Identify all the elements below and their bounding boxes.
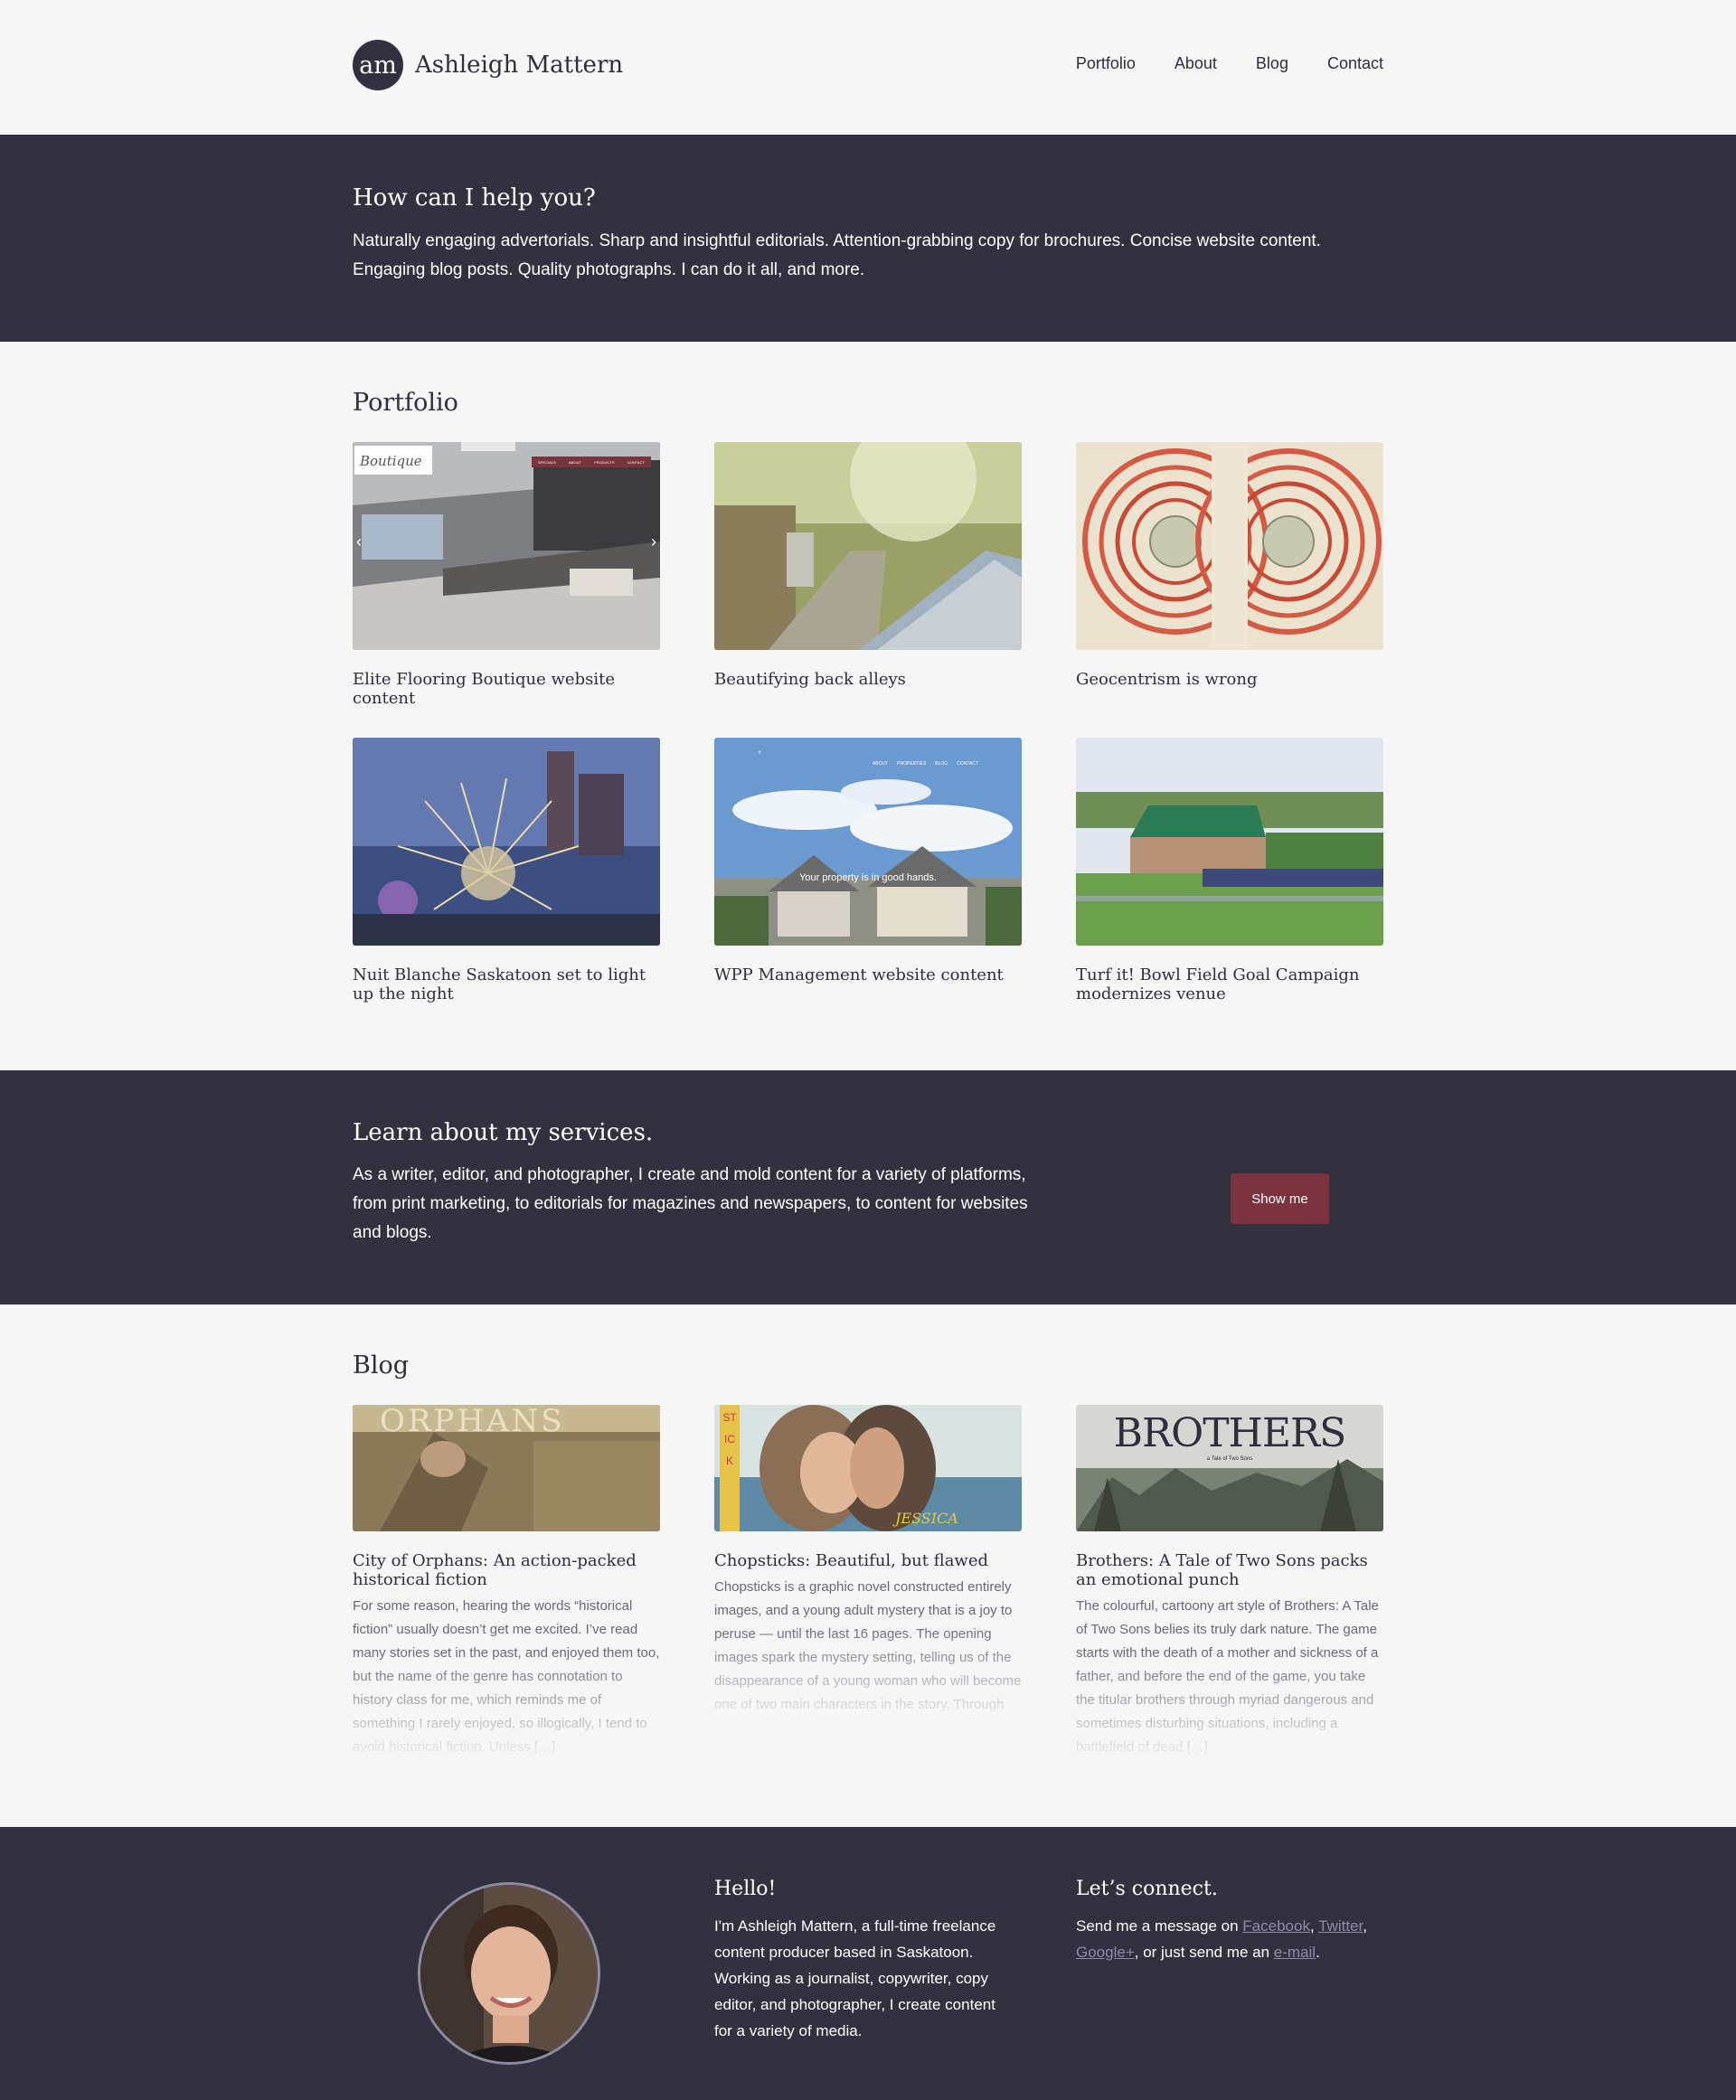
main-nav: Portfolio About Blog Contact <box>1037 54 1383 73</box>
hello-text: I'm Ashleigh Mattern, a full-time freela… <box>714 1917 996 2039</box>
avatar <box>418 1882 600 2065</box>
services-section: Learn about my services. As a writer, ed… <box>0 1070 1736 1304</box>
nav-contact[interactable]: Contact <box>1327 54 1383 73</box>
thumb-logo: ✝ <box>758 750 762 756</box>
services-text: As a writer, editor, and photographer, I… <box>353 1165 1028 1242</box>
portfolio-item[interactable]: Boutique SPECIALS ABOUT PRODUCTS CONTACT… <box>353 442 660 708</box>
site-logo[interactable]: am Ashleigh Mattern <box>353 40 623 90</box>
blog-post: ORPHANS City of Orphans: An action-packe… <box>353 1405 660 1757</box>
blog-section: Blog ORPHANS City of Orphans: An action-… <box>0 1304 1736 1827</box>
chevron-right-icon: › <box>651 532 656 551</box>
connect-text: Send me a message on Facebook, Twitter, … <box>1076 1917 1367 1961</box>
blog-thumb-link[interactable]: ORPHANS <box>353 1405 660 1531</box>
connect-column: Let’s connect. Send me a message on Face… <box>1076 1878 1374 1965</box>
hero-text: Naturally engaging advertorials. Sharp a… <box>353 231 1321 279</box>
portfolio-title: Portfolio <box>353 389 458 417</box>
portfolio-item[interactable]: Nuit Blanche Saskatoon set to light up t… <box>353 738 660 1003</box>
hero-section: How can I help you? Naturally engaging a… <box>0 135 1736 342</box>
blog-post-excerpt: For some reason, hearing the words “hist… <box>353 1598 660 1755</box>
portfolio-caption: Beautifying back alleys <box>714 670 906 689</box>
portfolio-caption: Turf it! Bowl Field Goal Campaign modern… <box>1076 965 1360 1003</box>
thumb-tagline: Your property is in good hands. <box>799 872 937 883</box>
portfolio-item[interactable]: Beautifying back alleys <box>714 442 1022 689</box>
logo-mark: am <box>353 40 403 90</box>
portfolio-caption: WPP Management website content <box>714 965 1004 984</box>
art-installation-photo-icon <box>353 738 660 946</box>
alley-photo-icon <box>714 442 1022 650</box>
facebook-link[interactable]: Facebook <box>1242 1917 1310 1935</box>
portfolio-caption: Nuit Blanche Saskatoon set to light up t… <box>353 965 646 1003</box>
book-cover-icon: ORPHANS <box>353 1405 660 1531</box>
portfolio-caption: Elite Flooring Boutique website content <box>353 670 615 708</box>
blog-thumb-link[interactable]: BROTHERS a Tale of Two Sons <box>1076 1405 1383 1531</box>
nav-blog[interactable]: Blog <box>1256 54 1288 73</box>
portfolio-item[interactable]: Geocentrism is wrong <box>1076 442 1383 689</box>
connect-title: Let’s connect. <box>1076 1878 1218 1900</box>
show-me-button[interactable]: Show me <box>1231 1173 1329 1224</box>
blog-post-title[interactable]: City of Orphans: An action-packed histor… <box>353 1551 660 1589</box>
blog-thumb-link[interactable]: STICK JESSICA <box>714 1405 1022 1531</box>
portfolio-caption: Geocentrism is wrong <box>1076 670 1258 689</box>
hello-title: Hello! <box>714 1878 777 1900</box>
blog-post-title[interactable]: Chopsticks: Beautiful, but flawed <box>714 1551 1022 1570</box>
blog-post-excerpt: Chopsticks is a graphic novel constructe… <box>714 1579 1022 1712</box>
portfolio-item[interactable]: Turf it! Bowl Field Goal Campaign modern… <box>1076 738 1383 1003</box>
nav-about[interactable]: About <box>1175 54 1217 73</box>
logo-text: Ashleigh Mattern <box>415 52 624 79</box>
boutique-logo-badge: Boutique <box>354 446 432 475</box>
blog-title: Blog <box>353 1351 410 1380</box>
celestial-chart-photo-icon <box>1076 442 1383 650</box>
services-title: Learn about my services. <box>353 1119 654 1146</box>
houses-photo-icon: ✝ ABOUT PROPERTIES BLOG CONTACT Your pro… <box>714 738 1022 946</box>
kitchen-photo-icon: Boutique SPECIALS ABOUT PRODUCTS CONTACT… <box>353 442 660 650</box>
email-link[interactable]: e-mail <box>1274 1944 1316 1961</box>
thumb-navbar: ABOUT PROPERTIES BLOG CONTACT <box>872 761 978 767</box>
game-cover-icon: BROTHERS a Tale of Two Sons <box>1076 1405 1383 1531</box>
site-header: am Ashleigh Mattern Portfolio About Blog… <box>0 0 1736 135</box>
twitter-link[interactable]: Twitter <box>1318 1917 1363 1935</box>
blog-post: BROTHERS a Tale of Two Sons Brothers: A … <box>1076 1405 1383 1757</box>
hello-column: Hello! I'm Ashleigh Mattern, a full-time… <box>714 1878 1013 2044</box>
google-plus-link[interactable]: Google+ <box>1076 1944 1135 1961</box>
hero-title: How can I help you? <box>353 184 596 212</box>
chevron-left-icon: ‹ <box>356 532 362 551</box>
site-footer: Hello! I'm Ashleigh Mattern, a full-time… <box>0 1827 1736 2100</box>
nav-portfolio[interactable]: Portfolio <box>1076 54 1136 73</box>
book-cover-icon: STICK JESSICA <box>714 1405 1022 1531</box>
blog-post: STICK JESSICA Chopsticks: Beautiful, but… <box>714 1405 1022 1720</box>
portfolio-item[interactable]: ✝ ABOUT PROPERTIES BLOG CONTACT Your pro… <box>714 738 1022 984</box>
stadium-photo-icon <box>1076 738 1383 946</box>
blog-post-title[interactable]: Brothers: A Tale of Two Sons packs an em… <box>1076 1551 1383 1589</box>
blog-post-excerpt: The colourful, cartoony art style of Bro… <box>1076 1598 1379 1755</box>
thumb-navbar: SPECIALS ABOUT PRODUCTS CONTACT <box>532 457 651 467</box>
portfolio-section: Portfolio Boutique SPECIALS ABOUT PRODUC… <box>0 342 1736 1070</box>
